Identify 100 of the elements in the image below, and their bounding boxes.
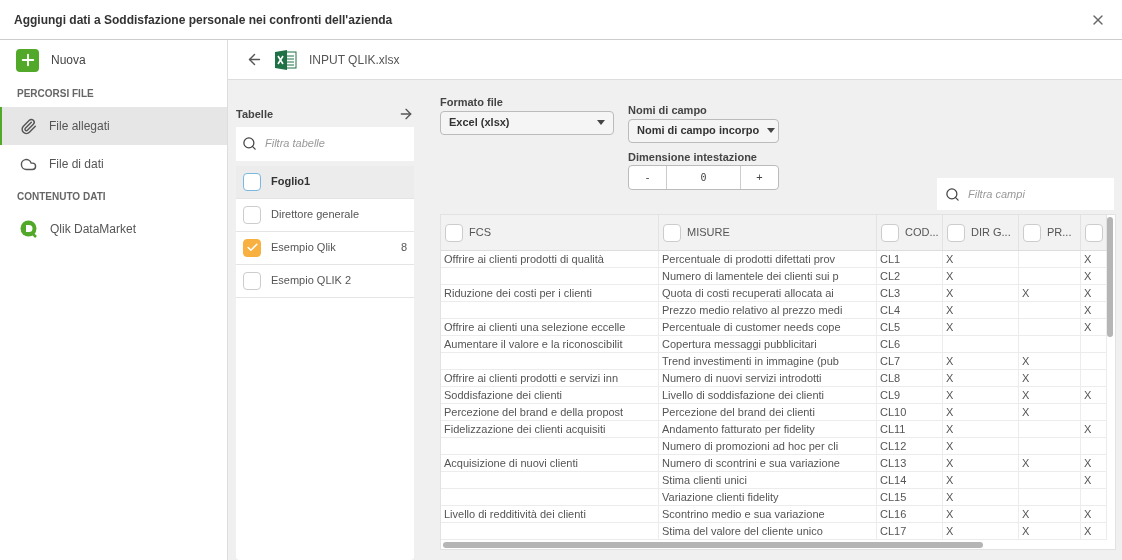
table-cell: X	[1084, 287, 1092, 299]
table-cell: Percezione del brand e della propost	[444, 406, 624, 418]
table-cell: X	[1084, 304, 1092, 316]
table-cell: Numero di nuovi servizi introdotti	[662, 372, 822, 384]
vertical-scrollbar[interactable]	[1107, 217, 1113, 337]
caret-icon	[767, 128, 776, 133]
table-cell: CL14	[880, 474, 907, 486]
search-input[interactable]: Filtra campi	[968, 185, 1098, 203]
table-cell: CL1	[880, 253, 901, 265]
increment-button[interactable]: +	[740, 166, 778, 189]
table-cell: X	[1084, 525, 1092, 537]
sidebar-item[interactable]: File allegati	[0, 107, 227, 145]
checkbox[interactable]	[881, 223, 899, 242]
table-cell: CL11	[880, 423, 906, 435]
field-names-dropdown[interactable]: Nomi di campo incorpo	[628, 118, 779, 143]
table-cell: Riduzione dei costi per i clienti	[444, 287, 592, 299]
checkbox[interactable]	[243, 172, 261, 191]
table-item[interactable]: Foglio1	[236, 165, 414, 199]
caret-icon	[597, 120, 605, 125]
table-cell: CL13	[880, 457, 907, 469]
table-cell: Stima del valore del cliente unico	[662, 525, 823, 537]
table-cell: Trend investimenti in immagine (pub	[662, 355, 839, 367]
checkbox[interactable]	[1085, 223, 1103, 242]
table-cell: X	[946, 508, 954, 520]
back-button[interactable]	[246, 51, 263, 68]
table-cell: X	[1084, 321, 1092, 333]
table-cell: Prezzo medio relativo al prezzo medi	[662, 304, 843, 316]
table-name: Esempio QLIK 2	[271, 273, 353, 289]
section-heading: PERCORSI FILE	[16, 87, 95, 101]
checkbox[interactable]	[1023, 223, 1041, 242]
file-name: INPUT QLIK.xlsx	[309, 51, 400, 69]
new-button[interactable]: Nuova	[0, 40, 227, 80]
table-cell: X	[1022, 525, 1030, 537]
checkbox[interactable]	[243, 205, 261, 224]
plus-icon	[16, 48, 39, 72]
paperclip-icon	[20, 117, 37, 135]
table-cell: CL7	[880, 355, 901, 367]
table-cell: Livello di redditività dei clienti	[444, 508, 586, 520]
table-cell: Copertura messaggi pubblicitari	[662, 338, 817, 350]
table-cell: X	[1084, 253, 1092, 265]
table-cell: Percentuale di customer needs cope	[662, 321, 841, 333]
table-cell: Acquisizione di nuovi clienti	[444, 457, 578, 469]
table-cell: X	[946, 474, 954, 486]
table-cell: Scontrino medio e sua variazione	[662, 508, 825, 520]
table-cell: Aumentare il valore e la riconoscibilit	[444, 338, 623, 350]
table-cell: X	[946, 525, 954, 537]
check-icon	[245, 241, 259, 254]
dialog-title: Aggiungi dati a Soddisfazione personale nei confronti dell'azienda	[14, 11, 393, 29]
column-label: FCS	[469, 225, 491, 241]
column-header[interactable]: DIR G...	[943, 215, 1019, 250]
table-cell: Variazione clienti fidelity	[662, 491, 779, 503]
table-cell: CL2	[880, 270, 901, 282]
search-icon	[242, 136, 257, 151]
column-header[interactable]: COD...	[877, 215, 943, 250]
table-cell: CL15	[880, 491, 907, 503]
column-label: COD...	[905, 225, 939, 241]
sidebar-item[interactable]: Qlik DataMarket	[0, 210, 227, 248]
checkbox[interactable]	[243, 271, 261, 290]
table-item[interactable]: Direttore generale	[236, 198, 414, 232]
search-input[interactable]: Filtra tabelle	[265, 135, 395, 152]
format-dropdown[interactable]: Excel (xlsx)	[440, 110, 614, 135]
horizontal-scrollbar[interactable]	[443, 542, 983, 548]
table-cell: CL8	[880, 372, 901, 384]
sidebar-item[interactable]: File di dati	[0, 145, 227, 183]
table-cell: X	[946, 440, 954, 452]
table-cell: Stima clienti unici	[662, 474, 747, 486]
table-cell: X	[1022, 508, 1030, 520]
table-cell: CL17	[880, 525, 907, 537]
table-cell: Percentuale di prodotti difettati prov	[662, 253, 836, 265]
table-item[interactable]: Esempio QLIK 2	[236, 264, 414, 298]
column-header[interactable]: MISURE	[659, 215, 877, 250]
search-field[interactable]: Filtra campi	[937, 178, 1114, 210]
table-item[interactable]: Esempio Qlik 8	[236, 231, 414, 265]
search-icon	[945, 186, 960, 202]
checkbox[interactable]	[947, 223, 965, 242]
field-label: Dimensione intestazione	[628, 149, 758, 165]
table-cell: X	[946, 406, 954, 418]
table-cell: X	[1084, 389, 1092, 401]
section-heading: CONTENUTO DATI	[16, 190, 107, 204]
table-cell: X	[946, 423, 954, 435]
column-label: PR...	[1047, 225, 1072, 241]
stepper-value[interactable]: 0	[667, 166, 740, 189]
checkbox[interactable]	[663, 223, 681, 242]
checkbox[interactable]	[243, 238, 261, 257]
decrement-button[interactable]: -	[629, 166, 667, 189]
table-name: Esempio Qlik	[271, 240, 337, 256]
table-cell: X	[946, 372, 954, 384]
table-cell: Numero di scontrini e sua variazione	[662, 457, 840, 469]
table-cell: X	[946, 287, 954, 299]
table-cell: Fidelizzazione dei clienti acquisiti	[444, 423, 606, 435]
checkbox[interactable]	[445, 223, 463, 242]
search-field[interactable]: Filtra tabelle	[236, 126, 414, 161]
table-cell: X	[946, 321, 954, 333]
table-cell: X	[1084, 423, 1092, 435]
column-header[interactable]: FCS	[441, 215, 659, 250]
table-cell: X	[946, 457, 954, 469]
column-header[interactable]: PR...	[1019, 215, 1081, 250]
column-label: DIR G...	[971, 225, 1011, 241]
table-cell: X	[946, 270, 954, 282]
table-name: Direttore generale	[271, 207, 361, 223]
